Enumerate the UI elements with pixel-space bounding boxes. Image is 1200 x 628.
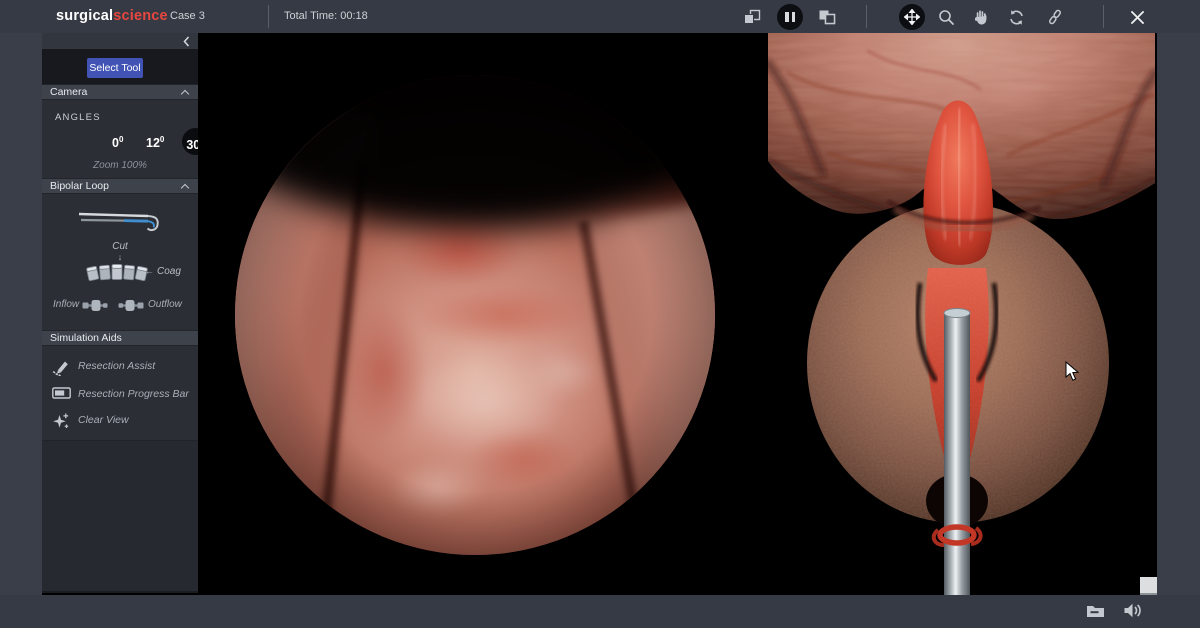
pan-tool-button[interactable] [969, 5, 993, 29]
zoom-level-label: Zoom 100% [42, 160, 198, 171]
top-bar: surgicalscience Case 3 Total Time: 00:18 [0, 0, 1200, 33]
coag-label: Coag [157, 266, 181, 277]
app-window: surgicalscience Case 3 Total Time: 00:18 [0, 0, 1200, 628]
clear-view-icon [52, 412, 70, 430]
cut-label: Cut [42, 241, 198, 252]
right-gutter [1157, 33, 1200, 595]
close-icon [1131, 11, 1144, 24]
select-tool-button[interactable]: Select Tool [87, 58, 143, 78]
hand-icon [973, 9, 989, 25]
volume-button[interactable] [1123, 602, 1143, 619]
resection-progress-bar-toggle[interactable]: Resection Progress Bar [42, 384, 198, 408]
case-label: Case 3 [170, 0, 205, 33]
overlap-windows-left-icon [743, 9, 761, 25]
endoscope-camera-view[interactable] [235, 75, 715, 555]
simulation-aids-content: Resection Assist Resection Progress Bar … [42, 347, 198, 440]
camera-section-title: Camera [50, 85, 87, 100]
refresh-icon [1008, 9, 1025, 26]
topbar-separator [866, 5, 867, 28]
sidebar-empty-area [42, 440, 198, 591]
chevron-up-icon [181, 184, 189, 192]
outflow-label: Outflow [148, 299, 182, 310]
coag-arrow: ← [145, 266, 154, 276]
chevron-up-icon [181, 90, 189, 98]
app-logo: surgicalscience [56, 0, 168, 33]
bipolar-section-content: Cut ↓ ←Coag Inflow [42, 195, 198, 330]
left-gutter [0, 33, 42, 595]
close-button[interactable] [1125, 5, 1149, 29]
bipolar-loop-instrument-icon [76, 205, 164, 237]
resize-handle[interactable] [1140, 577, 1157, 595]
tool-sidebar: Select Tool Camera ANGLES 00 120 300 Zoo… [42, 33, 198, 593]
select-tool-section: Select Tool [42, 49, 198, 84]
foot-pedals-icon [86, 261, 148, 283]
topbar-separator [268, 5, 269, 28]
sidebar-collapse-button[interactable] [42, 33, 198, 49]
mouse-cursor [1065, 361, 1080, 382]
anatomy-3d-view[interactable] [768, 33, 1155, 595]
focus-left-view-button[interactable] [740, 5, 764, 29]
flow-controls-row: Inflow Outflow [42, 298, 198, 314]
inflow-label: Inflow [53, 299, 79, 310]
resection-assist-label: Resection Assist [78, 360, 155, 372]
clear-view-toggle[interactable]: Clear View [42, 410, 198, 434]
logo-part-1: surgical [56, 8, 113, 24]
bipolar-section-title: Bipolar Loop [50, 179, 109, 194]
overlap-windows-right-icon [818, 9, 836, 25]
move-tool-button[interactable] [899, 4, 925, 30]
bipolar-section-header[interactable]: Bipolar Loop [42, 178, 198, 194]
topbar-separator [1103, 5, 1104, 28]
coag-label-group: ←Coag [145, 266, 181, 277]
outflow-valve-icon[interactable] [118, 298, 144, 313]
angles-heading: ANGLES [55, 112, 101, 123]
magnifier-icon [938, 9, 955, 26]
endoscope-vignette [235, 75, 715, 555]
collapse-chevron-icon [183, 36, 190, 47]
angle-chip[interactable]: 00 [112, 135, 123, 150]
simulation-aids-title: Simulation Aids [50, 331, 122, 346]
inflow-valve-icon[interactable] [82, 298, 108, 313]
focus-right-view-button[interactable] [815, 5, 839, 29]
zoom-tool-button[interactable] [934, 5, 958, 29]
clear-view-label: Clear View [78, 414, 129, 426]
reset-view-button[interactable] [1004, 5, 1028, 29]
link-views-button[interactable] [1043, 5, 1067, 29]
simulation-viewport[interactable] [198, 33, 1157, 595]
pause-icon [785, 12, 795, 22]
logo-part-2: science [113, 8, 168, 24]
camera-section-header[interactable]: Camera [42, 84, 198, 100]
angle-chip[interactable]: 120 [146, 135, 164, 150]
resection-progress-bar-label: Resection Progress Bar [78, 388, 189, 400]
bottom-bar [0, 595, 1200, 628]
simulation-aids-section-header[interactable]: Simulation Aids [42, 330, 198, 346]
camera-section-content: ANGLES 00 120 300 Zoom 100% [42, 101, 198, 178]
move-tool-icon [904, 9, 920, 25]
resection-assist-icon [52, 358, 70, 376]
link-icon [1046, 8, 1064, 26]
folder-button[interactable] [1086, 603, 1105, 619]
progress-bar-icon [52, 386, 71, 400]
resection-assist-toggle[interactable]: Resection Assist [42, 356, 198, 380]
pause-button[interactable] [777, 4, 803, 30]
total-time-label: Total Time: 00:18 [284, 0, 368, 33]
